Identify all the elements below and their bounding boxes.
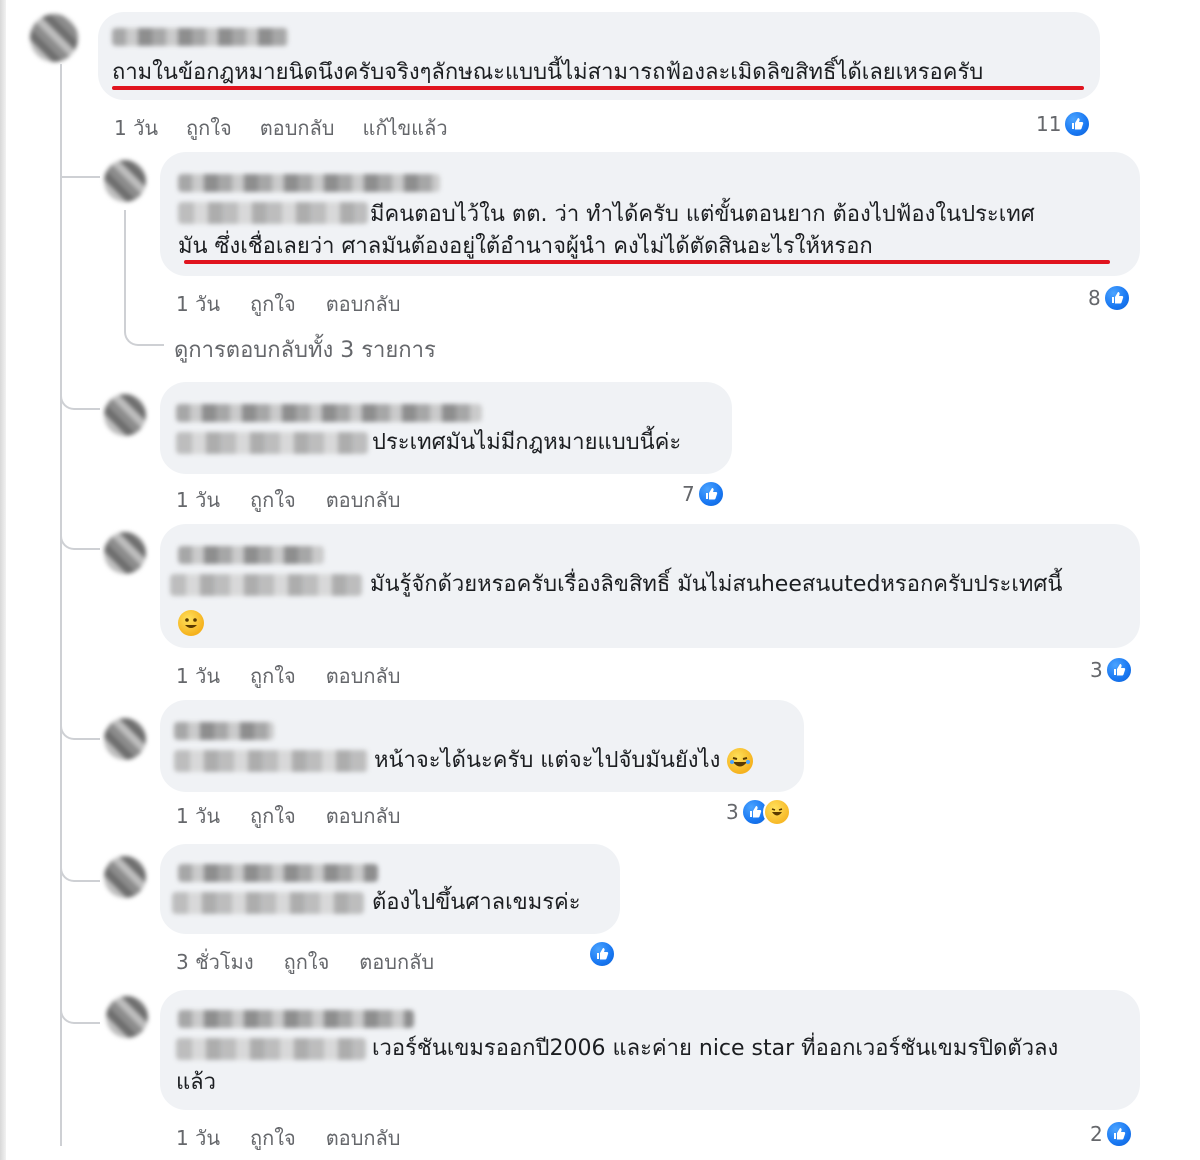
commenter-name-blurred[interactable]	[176, 404, 482, 422]
like-button[interactable]: ถูกใจ	[250, 484, 296, 516]
commenter-name-blurred[interactable]	[178, 546, 324, 564]
comment-text: มีคนตอบไว้ใน ตต. ว่า ทำได้ครับ แต่ขั้นตอ…	[370, 202, 1035, 227]
mention-blurred[interactable]	[176, 1038, 366, 1060]
reaction-summary[interactable]: 3	[726, 798, 791, 826]
grinning-face-emoji	[178, 610, 204, 636]
comment-text-body: หน้าจะได้นะครับ แต่จะไปจับมันยังไง	[374, 748, 721, 773]
view-replies-link[interactable]: ดูการตอบกลับทั้ง 3 รายการ	[174, 332, 436, 367]
like-icon	[1102, 284, 1131, 312]
avatar[interactable]	[30, 14, 78, 62]
like-icon	[696, 480, 725, 508]
like-button[interactable]: ถูกใจ	[186, 112, 232, 144]
thread-connector	[60, 380, 100, 410]
comment-time[interactable]: 3 ชั่วโมง	[176, 946, 254, 978]
laughing-face-emoji	[727, 748, 754, 774]
reply-button[interactable]: ตอบกลับ	[326, 288, 401, 320]
reply-button[interactable]: ตอบกลับ	[260, 112, 335, 144]
thread-line	[60, 64, 62, 1146]
like-button[interactable]: ถูกใจ	[250, 288, 296, 320]
avatar[interactable]	[104, 394, 146, 436]
reaction-summary[interactable]: 3	[1090, 656, 1133, 684]
thread-line-nested	[124, 210, 126, 330]
highlight-underline	[184, 260, 1110, 264]
reply-button[interactable]: ตอบกลับ	[326, 660, 401, 692]
reply-button[interactable]: ตอบกลับ	[326, 1122, 401, 1154]
comment-actions: 1 วัน ถูกใจ ตอบกลับ	[176, 288, 400, 320]
reply-button[interactable]: ตอบกลับ	[359, 946, 434, 978]
comment-text: มันรู้จักด้วยหรอครับเรื่องลิขสิทธิ์ มันไ…	[370, 572, 1063, 597]
mention-blurred[interactable]	[176, 432, 368, 454]
edited-label: แก้ไขแล้ว	[362, 116, 448, 140]
thread-connector	[124, 316, 164, 346]
mention-blurred[interactable]	[174, 750, 368, 772]
avatar[interactable]	[104, 856, 146, 898]
commenter-name-blurred[interactable]	[174, 722, 274, 740]
like-icon	[1104, 1120, 1133, 1148]
reaction-summary[interactable]: 7	[682, 480, 725, 508]
reply-button[interactable]: ตอบกลับ	[326, 484, 401, 516]
comment-actions: 1 วัน ถูกใจ ตอบกลับ	[176, 1122, 400, 1154]
reaction-summary[interactable]: 8	[1088, 284, 1131, 312]
thread-connector	[60, 520, 100, 550]
reaction-count: 2	[1090, 1122, 1103, 1146]
reaction-count: 8	[1088, 286, 1101, 310]
commenter-name-blurred[interactable]	[112, 28, 288, 46]
avatar[interactable]	[104, 160, 146, 202]
window-edge	[0, 0, 6, 1160]
comment-actions: 3 ชั่วโมง ถูกใจ ตอบกลับ	[176, 946, 434, 978]
commenter-name-blurred[interactable]	[178, 864, 378, 882]
avatar[interactable]	[106, 996, 148, 1038]
comment-actions: 1 วัน ถูกใจ ตอบกลับ	[176, 660, 400, 692]
comment-text: หน้าจะได้นะครับ แต่จะไปจับมันยังไง	[374, 744, 754, 778]
comment-text: ต้องไปขึ้นศาลเขมรค่ะ	[372, 890, 581, 915]
comment-actions: 1 วัน ถูกใจ ตอบกลับ แก้ไขแล้ว	[114, 112, 448, 144]
avatar[interactable]	[104, 532, 146, 574]
like-icon	[1063, 110, 1092, 138]
reaction-summary[interactable]	[586, 940, 616, 968]
thread-connector	[60, 852, 100, 882]
mention-blurred[interactable]	[178, 202, 368, 224]
like-button[interactable]: ถูกใจ	[250, 1122, 296, 1154]
reaction-summary[interactable]: 11	[1036, 110, 1092, 138]
avatar[interactable]	[104, 718, 146, 760]
comment-actions: 1 วัน ถูกใจ ตอบกลับ	[176, 484, 400, 516]
reply-button[interactable]: ตอบกลับ	[326, 800, 401, 832]
highlight-underline	[112, 86, 1084, 90]
commenter-name-blurred[interactable]	[178, 174, 440, 192]
like-icon	[1104, 656, 1133, 684]
reaction-count: 3	[726, 800, 739, 824]
comment-text: เวอร์ชันเขมรออกปี2006 และค่าย nice star …	[372, 1036, 1059, 1061]
comment-time[interactable]: 1 วัน	[176, 1122, 220, 1154]
reaction-count: 7	[682, 482, 695, 506]
mention-blurred[interactable]	[172, 892, 364, 914]
reaction-count: 11	[1036, 112, 1062, 136]
comment-time[interactable]: 1 วัน	[176, 660, 220, 692]
commenter-name-blurred[interactable]	[178, 1010, 414, 1028]
like-button[interactable]: ถูกใจ	[250, 660, 296, 692]
thread-connector	[60, 710, 100, 740]
comment-time[interactable]: 1 วัน	[114, 112, 158, 144]
comment-time[interactable]: 1 วัน	[176, 800, 220, 832]
like-button[interactable]: ถูกใจ	[250, 800, 296, 832]
like-button[interactable]: ถูกใจ	[284, 946, 330, 978]
comment-time[interactable]: 1 วัน	[176, 484, 220, 516]
comment-text: แล้ว	[176, 1070, 217, 1095]
thread-connector	[60, 150, 100, 178]
like-icon	[588, 940, 616, 968]
comment-text: มัน ซึ่งเชื่อเลยว่า ศาลมันต้องอยู่ใต้อำน…	[178, 234, 873, 259]
comment-actions: 1 วัน ถูกใจ ตอบกลับ	[176, 800, 400, 832]
comment-text: ถามในข้อกฎหมายนิดนึงครับจริงๆลักษณะแบบนี…	[112, 60, 984, 85]
comment-time[interactable]: 1 วัน	[176, 288, 220, 320]
reaction-count: 3	[1090, 658, 1103, 682]
reaction-summary[interactable]: 2	[1090, 1120, 1133, 1148]
mention-blurred[interactable]	[170, 574, 362, 596]
thread-connector	[60, 994, 100, 1024]
comment-text: ประเทศมันไม่มีกฎหมายแบบนี้ค่ะ	[372, 430, 682, 455]
haha-icon	[762, 798, 791, 826]
